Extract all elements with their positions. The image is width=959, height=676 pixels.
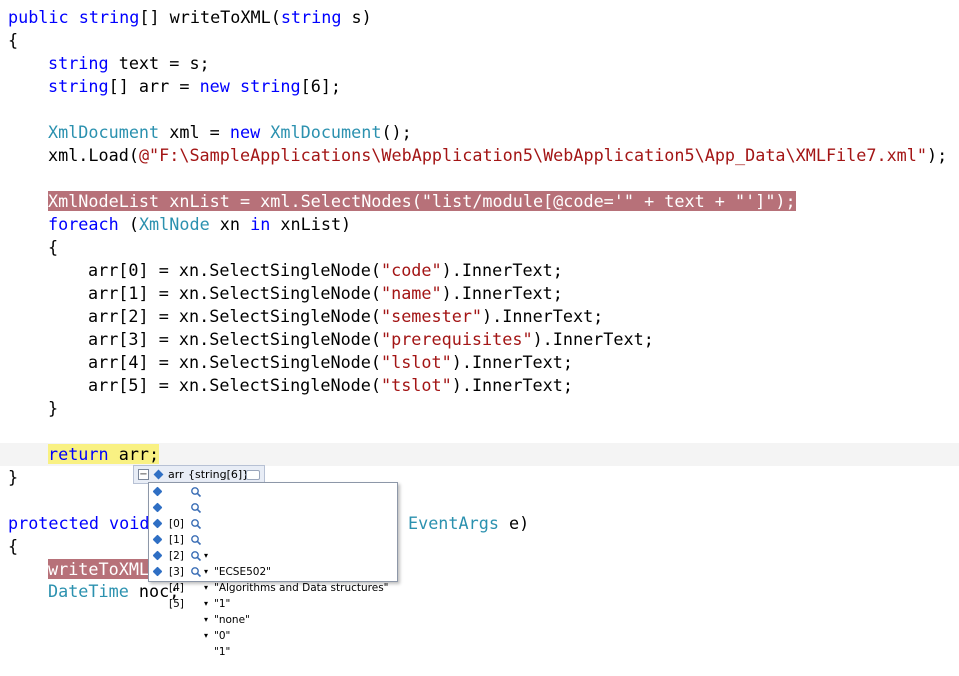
code-editor[interactable]: public string[] writeToXML(string s) { s… [0, 0, 959, 601]
datatip-list: [0] ▾ "ECSE502" [1] ▾ "Algorithms and Da… [148, 482, 398, 658]
datatip-item[interactable]: [3] ▾ "none" [149, 532, 397, 626]
datatip-var-type: {string[6]} [188, 468, 250, 481]
datatip-item[interactable]: [0] ▾ "ECSE502" [149, 484, 397, 578]
code-line-23-tail[interactable]: EventArgs e) [408, 512, 529, 535]
field-gem-icon [152, 534, 163, 545]
code-line-3[interactable]: string text = s; [48, 52, 210, 75]
magnifier-icon[interactable] [190, 550, 202, 562]
pin-icon[interactable] [246, 470, 260, 480]
datatip-item[interactable]: [5] ▾ "1" [149, 564, 397, 658]
datatip-var-name: arr [168, 468, 184, 481]
code-line-17[interactable]: arr[5] = xn.SelectSingleNode("tslot").In… [88, 374, 573, 397]
magnifier-icon[interactable] [190, 502, 202, 514]
item-value[interactable]: "Algorithms and Data structures" [214, 580, 389, 596]
datatip-item[interactable]: [2] ▾ "1" [149, 516, 397, 610]
magnifier-icon[interactable] [190, 486, 202, 498]
item-index: [4] [169, 582, 184, 594]
item-value[interactable]: "1" [214, 644, 230, 660]
code-line-23[interactable]: protected void [8, 512, 149, 535]
datatip-item[interactable]: [1] ▾ "Algorithms and Data structures" [149, 500, 397, 594]
code-line-15[interactable]: arr[3] = xn.SelectSingleNode("prerequisi… [88, 328, 654, 351]
dropdown-arrow-icon[interactable]: ▾ [204, 628, 208, 644]
dropdown-arrow-icon[interactable]: ▾ [204, 612, 208, 628]
field-gem-icon [152, 502, 163, 513]
code-line-7[interactable]: xml.Load(@"F:\SampleApplications\WebAppl… [48, 144, 947, 167]
datatip-item[interactable]: [4] ▾ "0" [149, 548, 397, 642]
item-value[interactable]: "none" [214, 612, 250, 628]
code-line-12[interactable]: arr[0] = xn.SelectSingleNode("code").Inn… [88, 259, 563, 282]
code-line-21[interactable]: } [8, 466, 18, 489]
magnifier-icon[interactable] [190, 518, 202, 530]
code-line-18[interactable]: } [48, 397, 58, 420]
code-line-2[interactable]: { [8, 29, 18, 52]
code-line-4[interactable]: string[] arr = new string[6]; [48, 75, 341, 98]
field-gem-icon [152, 550, 163, 561]
item-index: [5] [169, 598, 184, 610]
magnifier-icon[interactable] [190, 534, 202, 546]
magnifier-icon[interactable] [190, 566, 202, 578]
code-line-16[interactable]: arr[4] = xn.SelectSingleNode("lslot").In… [88, 351, 573, 374]
dropdown-arrow-icon[interactable]: ▾ [204, 596, 208, 612]
minus-icon[interactable]: − [138, 469, 149, 480]
field-gem-icon [152, 566, 163, 577]
code-line-11[interactable]: { [48, 236, 58, 259]
code-line-25[interactable]: writeToXML [48, 558, 150, 581]
code-line-1[interactable]: public string[] writeToXML(string s) [8, 6, 372, 29]
error-highlight: XmlNodeList xnList = xml.SelectNodes("li… [48, 191, 796, 211]
code-line-14[interactable]: arr[2] = xn.SelectSingleNode("semester")… [88, 305, 603, 328]
code-line-10[interactable]: foreach (XmlNode xn in xnList) [48, 213, 351, 236]
field-gem-icon [152, 486, 163, 497]
field-gem-icon [153, 469, 164, 480]
dropdown-arrow-icon[interactable]: ▾ [204, 580, 208, 596]
field-gem-icon [152, 518, 163, 529]
code-line-24[interactable]: { [8, 535, 18, 558]
code-line-6[interactable]: XmlDocument xml = new XmlDocument(); [48, 121, 412, 144]
code-line-13[interactable]: arr[1] = xn.SelectSingleNode("name").Inn… [88, 282, 563, 305]
item-value[interactable]: "0" [214, 628, 230, 644]
code-line-9[interactable]: XmlNodeList xnList = xml.SelectNodes("li… [48, 190, 796, 213]
item-value[interactable]: "1" [214, 596, 230, 612]
current-statement-highlight: return arr; [48, 444, 160, 464]
code-line-20[interactable]: return arr; [48, 443, 160, 466]
